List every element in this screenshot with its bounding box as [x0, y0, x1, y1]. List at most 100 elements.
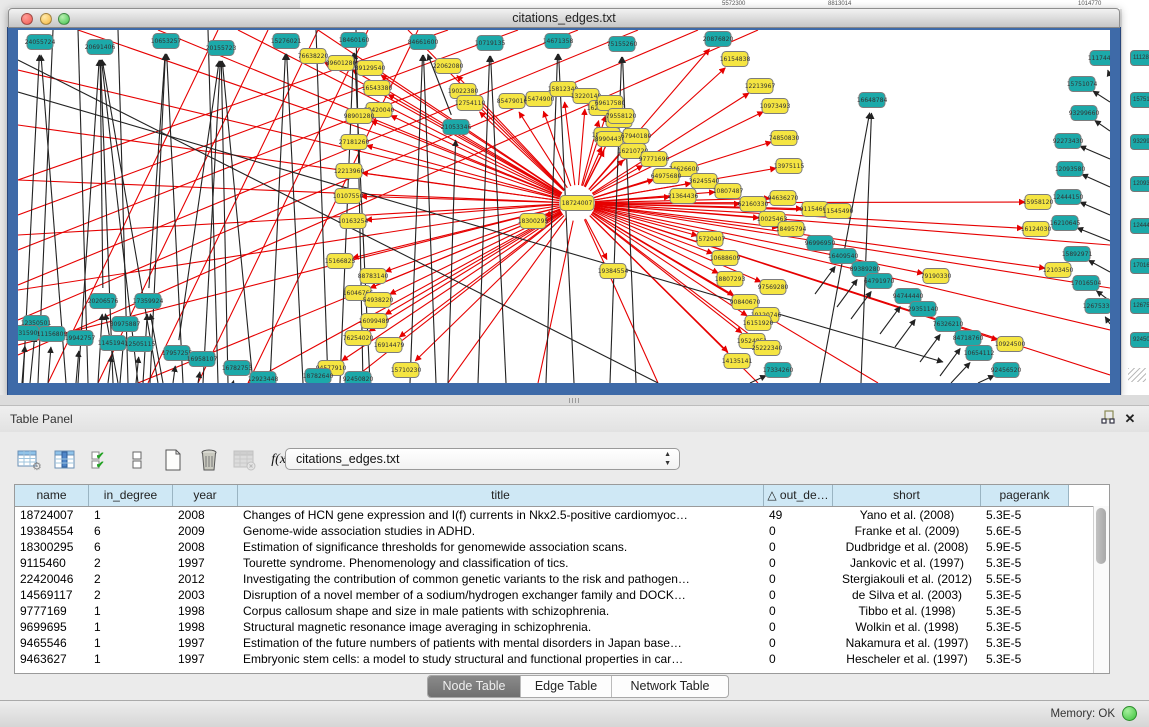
node[interactable]: 76326210	[933, 317, 964, 332]
citation-edge[interactable]	[1080, 202, 1110, 215]
selected-node[interactable]: 16124030	[1021, 222, 1052, 237]
table-scrollbar[interactable]	[1093, 506, 1109, 673]
selected-node[interactable]: 62160330	[738, 197, 769, 212]
node[interactable]: 18460160	[339, 33, 370, 48]
node[interactable]: 17359924	[133, 294, 164, 309]
selected-node[interactable]: 76638220	[298, 49, 329, 64]
node[interactable]: 20691406	[85, 40, 116, 55]
node[interactable]: 16210645	[1050, 216, 1081, 231]
selected-citation-edge[interactable]	[579, 109, 585, 185]
node[interactable]: 11156809	[37, 327, 68, 342]
table-row[interactable]: 1456911722003Disruption of a novel membe…	[15, 587, 1109, 603]
selected-citation-edge[interactable]	[18, 204, 559, 235]
citation-edge[interactable]	[1088, 260, 1110, 272]
network-window-titlebar[interactable]: citations_edges.txt	[8, 8, 1120, 28]
column-header-year[interactable]: year	[173, 485, 238, 506]
selected-node[interactable]: 15710230	[391, 363, 422, 378]
selected-node[interactable]: 10107550	[333, 189, 364, 204]
table-row[interactable]: 969969511998Structural magnetic resonanc…	[15, 619, 1109, 635]
node[interactable]: 16409540	[828, 249, 859, 264]
selected-node[interactable]: 18300295	[518, 214, 549, 229]
selected-node[interactable]: 16914479	[374, 338, 405, 353]
node[interactable]: 92456520	[991, 363, 1022, 378]
column-header-in_degree[interactable]: in_degree	[89, 485, 173, 506]
selected-node[interactable]: 15958120	[1023, 195, 1054, 210]
citation-edge[interactable]	[1082, 174, 1110, 187]
selected-citation-edge[interactable]	[361, 196, 559, 202]
node[interactable]: 21053346	[441, 120, 472, 135]
selected-node[interactable]: 12754110	[455, 96, 486, 111]
selected-node[interactable]: 76254020	[343, 331, 374, 346]
citation-edge[interactable]	[940, 348, 960, 376]
selected-node[interactable]: 97771690	[639, 152, 670, 167]
selected-citation-edge[interactable]	[148, 30, 318, 383]
selected-node[interactable]: 97569280	[758, 280, 789, 295]
node[interactable]: 96996950	[805, 236, 836, 251]
citation-edge[interactable]	[1080, 146, 1110, 159]
panel-divider[interactable]	[0, 395, 1149, 405]
selected-node[interactable]: 21364436	[668, 189, 699, 204]
selected-citation-edge[interactable]	[585, 219, 606, 260]
table-row[interactable]: 911546021997Tourette syndrome. Phenomeno…	[15, 555, 1109, 571]
select-all-button[interactable]: ✔✔	[86, 446, 116, 474]
selected-node[interactable]: 22062080	[433, 59, 464, 74]
divider-handle-icon[interactable]	[569, 398, 581, 403]
selected-node[interactable]: 54938220	[363, 293, 394, 308]
selected-node[interactable]: 11545490	[823, 204, 854, 219]
node[interactable]: 30975887	[110, 317, 141, 332]
selected-node[interactable]: 67940180	[621, 129, 652, 144]
citation-edge[interactable]	[448, 140, 456, 383]
node[interactable]: 12093580	[1055, 162, 1086, 177]
close-panel-icon[interactable]: ✕	[1121, 410, 1139, 428]
node[interactable]: 12923448	[248, 372, 279, 384]
citation-edge[interactable]	[233, 381, 234, 383]
node[interactable]: 84661600	[408, 35, 439, 50]
citation-edge[interactable]	[1105, 317, 1110, 324]
selected-node[interactable]: 12213960	[334, 164, 365, 179]
citation-edge[interactable]	[895, 319, 915, 347]
clear-selection-button[interactable]	[122, 446, 152, 474]
citation-edge[interactable]	[316, 30, 328, 383]
selected-node[interactable]: 10688609	[710, 251, 741, 266]
new-document-button[interactable]	[158, 446, 188, 474]
node[interactable]: 20876820	[703, 32, 734, 47]
node[interactable]: 75155260	[607, 37, 638, 52]
selected-node[interactable]: 19384554	[598, 264, 629, 279]
node[interactable]: 17016504	[1071, 276, 1102, 291]
node[interactable]: 16958107	[187, 352, 218, 367]
table-row[interactable]: 1872400712008Changes of HCN gene express…	[15, 507, 1109, 523]
node[interactable]: 11174490	[1088, 51, 1110, 66]
citation-edge[interactable]	[270, 54, 285, 383]
selected-node[interactable]: 16543380	[362, 81, 393, 96]
citation-edge[interactable]	[880, 306, 900, 334]
selected-node[interactable]: 13975115	[774, 159, 805, 174]
column-header-name[interactable]: name	[15, 485, 89, 506]
selected-node[interactable]: 12103450	[1043, 263, 1074, 278]
select-column-button[interactable]	[50, 446, 80, 474]
node[interactable]: 16782753	[222, 361, 253, 376]
selected-node[interactable]: 27181260	[339, 135, 370, 150]
node[interactable]: 64791970	[864, 274, 895, 289]
citation-edge[interactable]	[1108, 70, 1110, 76]
node[interactable]: 92450820	[343, 372, 374, 384]
float-panel-icon[interactable]	[1099, 410, 1117, 428]
selected-node[interactable]: 15166825	[325, 254, 356, 269]
node[interactable]: 12675330	[1083, 299, 1110, 314]
node[interactable]: 29351140	[908, 302, 939, 317]
node[interactable]: 18782640	[303, 369, 334, 384]
tab-node-table[interactable]: Node Table	[428, 676, 521, 697]
node[interactable]: 15751074	[1067, 77, 1098, 92]
node[interactable]: 10653257	[151, 34, 182, 49]
node[interactable]: 19942757	[65, 331, 96, 346]
node[interactable]: 93299660	[1069, 106, 1100, 121]
selected-node[interactable]: 12213967	[745, 79, 776, 94]
selected-node[interactable]: 14135141	[722, 354, 753, 369]
node[interactable]: 10719135	[475, 36, 506, 51]
citation-edge[interactable]	[149, 54, 165, 288]
node[interactable]: 24055724	[25, 35, 56, 50]
selected-node[interactable]: 10924500	[995, 337, 1026, 352]
node[interactable]: 15276021	[271, 34, 302, 49]
selected-node[interactable]: 18495794	[776, 222, 807, 237]
table-row[interactable]: 977716911998Corpus callosum shape and si…	[15, 603, 1109, 619]
node[interactable]: 15892971	[1062, 247, 1093, 262]
